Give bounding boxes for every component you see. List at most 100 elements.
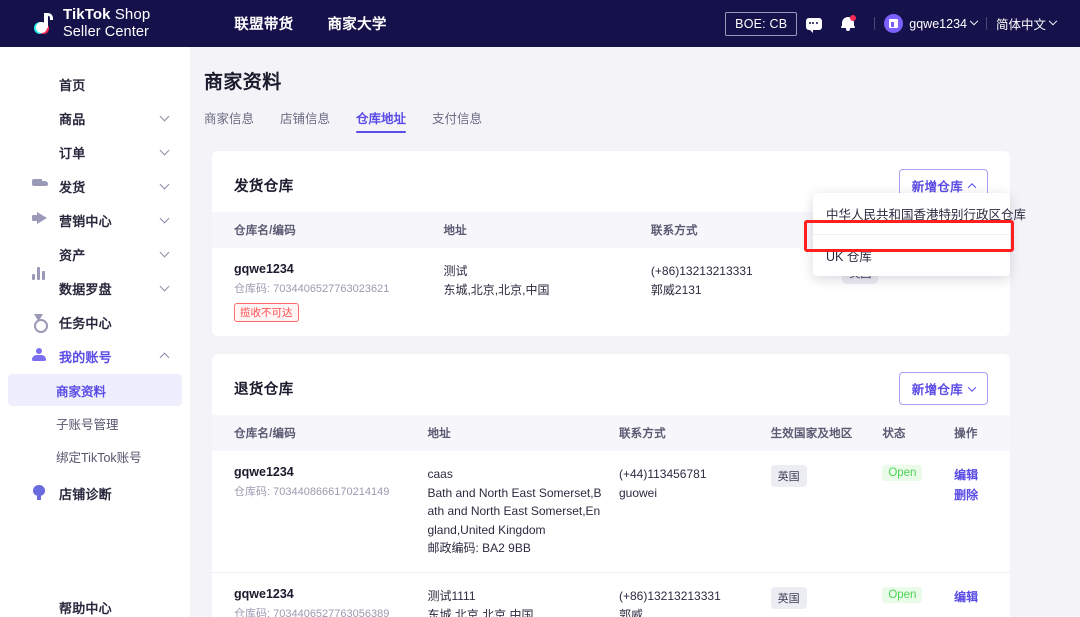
tab-shop-info[interactable]: 店铺信息 xyxy=(280,108,330,133)
sidebar-item-label: 发货 xyxy=(59,177,85,196)
sidebar-item-assets[interactable]: 资产 xyxy=(0,237,190,271)
message-icon[interactable] xyxy=(797,9,831,39)
sidebar-item-label: 店铺诊断 xyxy=(59,484,112,503)
sidebar-item-label: 订单 xyxy=(59,143,85,162)
add-return-warehouse-button[interactable]: 新增仓库 xyxy=(899,372,988,405)
contact-line: 郭威2131 xyxy=(651,281,827,300)
tab-warehouse-address[interactable]: 仓库地址 xyxy=(356,108,406,133)
chevron-down-icon xyxy=(968,383,976,391)
sidebar-item-home[interactable]: 首页 xyxy=(0,67,190,101)
sidebar-subitem-label: 商家资料 xyxy=(56,381,106,400)
bell-icon[interactable] xyxy=(831,9,865,39)
sidebar-spacer xyxy=(0,550,190,590)
return-card-header: 退货仓库 新增仓库 xyxy=(212,354,1010,415)
sidebar-item-shop-diagnosis[interactable]: 店铺诊断 xyxy=(0,476,190,510)
cell-address: 测试1111 东城,北京,北京,中国 xyxy=(419,572,611,617)
card-icon xyxy=(32,246,48,262)
cell-status: Open xyxy=(874,451,946,572)
chevron-down-icon xyxy=(160,214,170,224)
address-line: 东城,北京,北京,中国 xyxy=(427,606,603,617)
shop-icon xyxy=(32,485,48,501)
warehouse-code: 仓库码: 7034406527763056389 xyxy=(234,605,411,617)
add-return-warehouse-label: 新增仓库 xyxy=(912,379,963,398)
delete-link[interactable]: 删除 xyxy=(954,485,1002,505)
tab-merchant-info[interactable]: 商家信息 xyxy=(204,108,254,133)
contact-line: (+86)13213213331 xyxy=(619,587,755,606)
table-header-row: 仓库名/编码 地址 联系方式 生效国家及地区 状态 操作 xyxy=(212,415,1010,451)
chevron-down-icon xyxy=(160,248,170,258)
language-selector[interactable]: 简体中文 xyxy=(996,14,1056,33)
sidebar-item-my-account[interactable]: 我的账号 xyxy=(0,339,190,373)
page-title: 商家资料 xyxy=(204,67,1080,94)
goods-icon xyxy=(32,110,48,126)
status-badge: Open xyxy=(882,587,922,603)
warehouse-code: 仓库码: 7034406527763023621 xyxy=(234,280,427,296)
edit-link[interactable]: 编辑 xyxy=(954,587,1002,607)
sidebar-spacer xyxy=(0,510,190,550)
contact-line: (+86)13213213331 xyxy=(651,262,827,281)
sidebar-item-orders[interactable]: 订单 xyxy=(0,135,190,169)
sidebar-subitem-label: 子账号管理 xyxy=(56,414,119,433)
home-icon xyxy=(32,76,48,92)
warehouse-name: gqwe1234 xyxy=(234,587,411,601)
sidebar-item-sub-accounts[interactable]: 子账号管理 xyxy=(8,407,182,439)
cell-address: 测试 东城,北京,北京,中国 xyxy=(435,248,642,336)
address-line: 邮政编码: BA2 9BB xyxy=(427,539,603,558)
add-warehouse-dropdown: 中华人民共和国香港特别行政区仓库 UK 仓库 xyxy=(813,193,1010,276)
tab-payment-info[interactable]: 支付信息 xyxy=(432,108,482,133)
address-line: 东城,北京,北京,中国 xyxy=(443,281,634,300)
medal-icon xyxy=(32,314,48,330)
col-status: 状态 xyxy=(874,415,946,451)
sidebar-item-label: 我的账号 xyxy=(59,347,112,366)
user-menu[interactable]: gqwe1234 xyxy=(884,14,977,33)
cell-contact: (+44)113456781 guowei xyxy=(611,451,763,572)
brand-logo[interactable]: TikTok Shop Seller Center xyxy=(34,7,150,40)
address-line: ath and North East Somerset,En xyxy=(427,502,603,521)
shipping-warehouse-card: 发货仓库 新增仓库 仓库名/编码 地址 联系方式 生效国家及地区 xyxy=(212,151,1010,336)
return-warehouse-table: 仓库名/编码 地址 联系方式 生效国家及地区 状态 操作 gqwe1234 仓库… xyxy=(212,415,1010,617)
nav-affiliate[interactable]: 联盟带货 xyxy=(234,13,293,34)
edit-link[interactable]: 编辑 xyxy=(954,465,1002,485)
country-badge: 英国 xyxy=(771,465,807,487)
warehouse-name: gqwe1234 xyxy=(234,465,411,479)
cell-address: caas Bath and North East Somerset,B ath … xyxy=(419,451,611,572)
truck-icon xyxy=(32,178,48,194)
chevron-up-icon xyxy=(160,353,170,363)
order-icon xyxy=(32,144,48,160)
chevron-down-icon xyxy=(970,16,978,24)
chevron-down-icon xyxy=(160,146,170,156)
nav-university[interactable]: 商家大学 xyxy=(327,13,386,34)
col-contact: 联系方式 xyxy=(643,212,835,248)
sidebar-item-tasks[interactable]: 任务中心 xyxy=(0,305,190,339)
table-row: gqwe1234 仓库码: 7034408666170214149 caas B… xyxy=(212,451,1010,572)
top-header: TikTok Shop Seller Center 联盟带货 商家大学 BOE:… xyxy=(0,0,1080,47)
contact-line: guowei xyxy=(619,484,755,503)
shipping-card-title: 发货仓库 xyxy=(234,175,294,196)
person-icon xyxy=(32,348,48,364)
sidebar-item-marketing[interactable]: 营销中心 xyxy=(0,203,190,237)
address-line: 测试 xyxy=(443,262,634,281)
main-content: 商家资料 商家信息 店铺信息 仓库地址 支付信息 发货仓库 新增仓库 仓库名/编… xyxy=(190,47,1080,617)
col-address: 地址 xyxy=(435,212,642,248)
sidebar-item-help-center[interactable]: 帮助中心 xyxy=(0,590,190,617)
sidebar-item-merchant-profile[interactable]: 商家资料 xyxy=(8,374,182,406)
cell-country: 英国 xyxy=(763,572,875,617)
avatar xyxy=(884,14,903,33)
dropdown-option-hk-warehouse[interactable]: 中华人民共和国香港特别行政区仓库 xyxy=(813,193,1010,234)
sidebar-item-label: 商品 xyxy=(59,109,85,128)
warehouse-name: gqwe1234 xyxy=(234,262,427,276)
return-card-title: 退货仓库 xyxy=(234,378,294,399)
chevron-down-icon xyxy=(160,180,170,190)
sidebar-item-shipping[interactable]: 发货 xyxy=(0,169,190,203)
dropdown-option-uk-warehouse[interactable]: UK 仓库 xyxy=(813,234,1010,276)
sidebar-item-analytics[interactable]: 数据罗盘 xyxy=(0,271,190,305)
sidebar-item-bind-tiktok[interactable]: 绑定TikTok账号 xyxy=(8,440,182,472)
sidebar-item-products[interactable]: 商品 xyxy=(0,101,190,135)
status-badge: 揽收不可达 xyxy=(234,303,299,322)
cell-contact: (+86)13213213331 郭威2131 xyxy=(643,248,835,336)
address-line: Bath and North East Somerset,B xyxy=(427,484,603,503)
address-line: 测试1111 xyxy=(427,587,603,606)
address-line: gland,United Kingdom xyxy=(427,521,603,540)
sidebar-item-label: 帮助中心 xyxy=(59,598,112,617)
boe-env-badge[interactable]: BOE: CB xyxy=(725,12,797,36)
